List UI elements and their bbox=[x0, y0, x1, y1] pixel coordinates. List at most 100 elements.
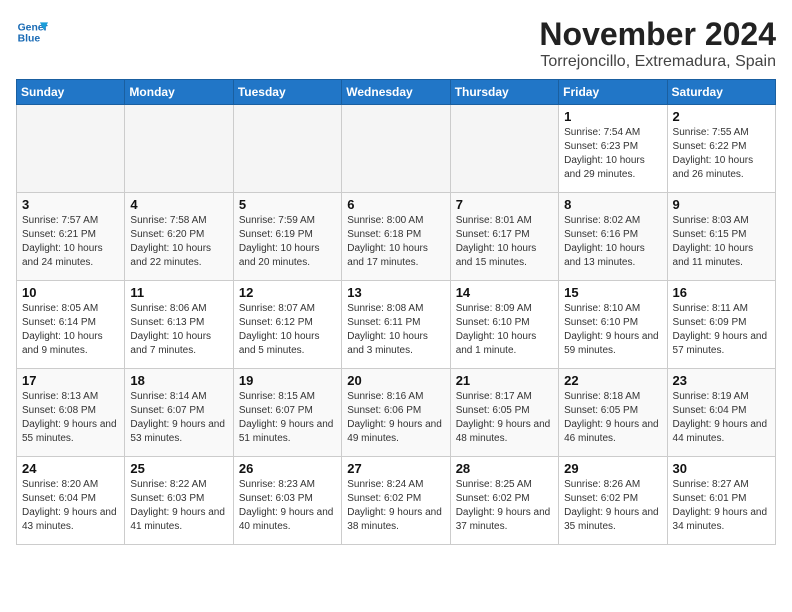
day-number: 4 bbox=[130, 197, 227, 212]
day-info: Sunrise: 8:26 AM Sunset: 6:02 PM Dayligh… bbox=[564, 478, 661, 534]
calendar-cell: 9 Sunrise: 8:03 AM Sunset: 6:15 PM Daylig… bbox=[667, 193, 775, 281]
calendar-cell: 12 Sunrise: 8:07 AM Sunset: 6:12 PM Dayli… bbox=[233, 281, 341, 369]
day-number: 19 bbox=[239, 373, 336, 388]
day-number: 8 bbox=[564, 197, 661, 212]
calendar-cell: 18Sunrise: 8:14 AM Sunset: 6:07 PM Dayli… bbox=[125, 369, 233, 457]
day-info: Sunrise: 8:08 AM Sunset: 6:11 PM Dayligh… bbox=[347, 302, 444, 358]
calendar-cell: 13 Sunrise: 8:08 AM Sunset: 6:11 PM Dayli… bbox=[342, 281, 450, 369]
calendar-header-tuesday: Tuesday bbox=[233, 80, 341, 105]
day-info: Sunrise: 7:55 AM Sunset: 6:22 PM Dayligh… bbox=[673, 126, 770, 182]
calendar-cell: 2 Sunrise: 7:55 AM Sunset: 6:22 PM Daylig… bbox=[667, 105, 775, 193]
calendar-cell: 10 Sunrise: 8:05 AM Sunset: 6:14 PM Dayli… bbox=[17, 281, 125, 369]
calendar-cell: 25 Sunrise: 8:22 AM Sunset: 6:03 PM Dayli… bbox=[125, 457, 233, 545]
day-number: 23 bbox=[673, 373, 770, 388]
day-info: Sunrise: 8:23 AM Sunset: 6:03 PM Dayligh… bbox=[239, 478, 336, 534]
calendar-cell bbox=[125, 105, 233, 193]
day-info: Sunrise: 8:27 AM Sunset: 6:01 PM Dayligh… bbox=[673, 478, 770, 534]
day-number: 9 bbox=[673, 197, 770, 212]
day-number: 14 bbox=[456, 285, 553, 300]
calendar-body: 1 Sunrise: 7:54 AM Sunset: 6:23 PM Daylig… bbox=[17, 105, 776, 545]
day-info: Sunrise: 8:19 AM Sunset: 6:04 PM Dayligh… bbox=[673, 390, 770, 446]
calendar-cell: 29 Sunrise: 8:26 AM Sunset: 6:02 PM Dayli… bbox=[559, 457, 667, 545]
calendar-header-wednesday: Wednesday bbox=[342, 80, 450, 105]
page-header: General Blue November 2024 Torrejoncillo… bbox=[16, 16, 776, 71]
day-info: Sunrise: 8:24 AM Sunset: 6:02 PM Dayligh… bbox=[347, 478, 444, 534]
day-number: 2 bbox=[673, 109, 770, 124]
calendar-header-sunday: Sunday bbox=[17, 80, 125, 105]
calendar-cell: 19 Sunrise: 8:15 AM Sunset: 6:07 PM Dayli… bbox=[233, 369, 341, 457]
day-info: Sunrise: 8:22 AM Sunset: 6:03 PM Dayligh… bbox=[130, 478, 227, 534]
calendar-header-friday: Friday bbox=[559, 80, 667, 105]
day-number: 1 bbox=[564, 109, 661, 124]
calendar-cell bbox=[342, 105, 450, 193]
day-info: Sunrise: 8:13 AM Sunset: 6:08 PM Dayligh… bbox=[22, 390, 119, 446]
day-info: Sunrise: 7:57 AM Sunset: 6:21 PM Dayligh… bbox=[22, 214, 119, 270]
day-number: 18 bbox=[130, 373, 227, 388]
day-number: 5 bbox=[239, 197, 336, 212]
calendar-week-5: 24Sunrise: 8:20 AM Sunset: 6:04 PM Dayli… bbox=[17, 457, 776, 545]
day-number: 20 bbox=[347, 373, 444, 388]
calendar-week-4: 17 Sunrise: 8:13 AM Sunset: 6:08 PM Dayli… bbox=[17, 369, 776, 457]
calendar-week-1: 1 Sunrise: 7:54 AM Sunset: 6:23 PM Daylig… bbox=[17, 105, 776, 193]
day-number: 17 bbox=[22, 373, 119, 388]
calendar-cell: 6 Sunrise: 8:00 AM Sunset: 6:18 PM Daylig… bbox=[342, 193, 450, 281]
day-info: Sunrise: 8:25 AM Sunset: 6:02 PM Dayligh… bbox=[456, 478, 553, 534]
day-info: Sunrise: 8:03 AM Sunset: 6:15 PM Dayligh… bbox=[673, 214, 770, 270]
day-info: Sunrise: 8:05 AM Sunset: 6:14 PM Dayligh… bbox=[22, 302, 119, 358]
calendar-cell: 1 Sunrise: 7:54 AM Sunset: 6:23 PM Daylig… bbox=[559, 105, 667, 193]
day-info: Sunrise: 8:17 AM Sunset: 6:05 PM Dayligh… bbox=[456, 390, 553, 446]
day-info: Sunrise: 8:00 AM Sunset: 6:18 PM Dayligh… bbox=[347, 214, 444, 270]
calendar-cell: 16Sunrise: 8:11 AM Sunset: 6:09 PM Dayli… bbox=[667, 281, 775, 369]
day-number: 10 bbox=[22, 285, 119, 300]
day-number: 30 bbox=[673, 461, 770, 476]
day-number: 26 bbox=[239, 461, 336, 476]
calendar-cell: 28 Sunrise: 8:25 AM Sunset: 6:02 PM Dayli… bbox=[450, 457, 558, 545]
calendar-table: SundayMondayTuesdayWednesdayThursdayFrid… bbox=[16, 79, 776, 545]
svg-text:Blue: Blue bbox=[18, 34, 41, 45]
day-info: Sunrise: 8:07 AM Sunset: 6:12 PM Dayligh… bbox=[239, 302, 336, 358]
day-number: 7 bbox=[456, 197, 553, 212]
day-number: 22 bbox=[564, 373, 661, 388]
day-number: 28 bbox=[456, 461, 553, 476]
day-info: Sunrise: 7:54 AM Sunset: 6:23 PM Dayligh… bbox=[564, 126, 661, 182]
day-info: Sunrise: 8:02 AM Sunset: 6:16 PM Dayligh… bbox=[564, 214, 661, 270]
calendar-cell: 30 Sunrise: 8:27 AM Sunset: 6:01 PM Dayli… bbox=[667, 457, 775, 545]
calendar-header-monday: Monday bbox=[125, 80, 233, 105]
calendar-cell: 7 Sunrise: 8:01 AM Sunset: 6:17 PM Daylig… bbox=[450, 193, 558, 281]
calendar-cell: 20 Sunrise: 8:16 AM Sunset: 6:06 PM Dayli… bbox=[342, 369, 450, 457]
location-title: Torrejoncillo, Extremadura, Spain bbox=[539, 53, 776, 71]
calendar-cell: 4Sunrise: 7:58 AM Sunset: 6:20 PM Daylig… bbox=[125, 193, 233, 281]
logo-icon: General Blue bbox=[16, 16, 48, 48]
calendar-cell: 5 Sunrise: 7:59 AM Sunset: 6:19 PM Daylig… bbox=[233, 193, 341, 281]
day-info: Sunrise: 8:16 AM Sunset: 6:06 PM Dayligh… bbox=[347, 390, 444, 446]
calendar-cell: 14 Sunrise: 8:09 AM Sunset: 6:10 PM Dayli… bbox=[450, 281, 558, 369]
calendar-cell: 22 Sunrise: 8:18 AM Sunset: 6:05 PM Dayli… bbox=[559, 369, 667, 457]
day-info: Sunrise: 8:09 AM Sunset: 6:10 PM Dayligh… bbox=[456, 302, 553, 358]
day-info: Sunrise: 8:06 AM Sunset: 6:13 PM Dayligh… bbox=[130, 302, 227, 358]
day-info: Sunrise: 8:18 AM Sunset: 6:05 PM Dayligh… bbox=[564, 390, 661, 446]
calendar-cell bbox=[17, 105, 125, 193]
day-info: Sunrise: 8:15 AM Sunset: 6:07 PM Dayligh… bbox=[239, 390, 336, 446]
calendar-header-saturday: Saturday bbox=[667, 80, 775, 105]
day-number: 6 bbox=[347, 197, 444, 212]
day-info: Sunrise: 8:11 AM Sunset: 6:09 PM Dayligh… bbox=[673, 302, 770, 358]
day-number: 13 bbox=[347, 285, 444, 300]
day-number: 21 bbox=[456, 373, 553, 388]
day-info: Sunrise: 7:59 AM Sunset: 6:19 PM Dayligh… bbox=[239, 214, 336, 270]
calendar-cell: 26 Sunrise: 8:23 AM Sunset: 6:03 PM Dayli… bbox=[233, 457, 341, 545]
calendar-header-thursday: Thursday bbox=[450, 80, 558, 105]
logo: General Blue bbox=[16, 16, 48, 48]
day-number: 25 bbox=[130, 461, 227, 476]
day-number: 15 bbox=[564, 285, 661, 300]
day-number: 11 bbox=[130, 285, 227, 300]
day-number: 29 bbox=[564, 461, 661, 476]
day-info: Sunrise: 8:01 AM Sunset: 6:17 PM Dayligh… bbox=[456, 214, 553, 270]
month-title: November 2024 bbox=[539, 16, 776, 53]
calendar-cell: 11 Sunrise: 8:06 AM Sunset: 6:13 PM Dayli… bbox=[125, 281, 233, 369]
calendar-cell: 21 Sunrise: 8:17 AM Sunset: 6:05 PM Dayli… bbox=[450, 369, 558, 457]
day-info: Sunrise: 8:20 AM Sunset: 6:04 PM Dayligh… bbox=[22, 478, 119, 534]
calendar-cell bbox=[450, 105, 558, 193]
day-number: 12 bbox=[239, 285, 336, 300]
calendar-week-2: 3Sunrise: 7:57 AM Sunset: 6:21 PM Daylig… bbox=[17, 193, 776, 281]
calendar-week-3: 10 Sunrise: 8:05 AM Sunset: 6:14 PM Dayli… bbox=[17, 281, 776, 369]
